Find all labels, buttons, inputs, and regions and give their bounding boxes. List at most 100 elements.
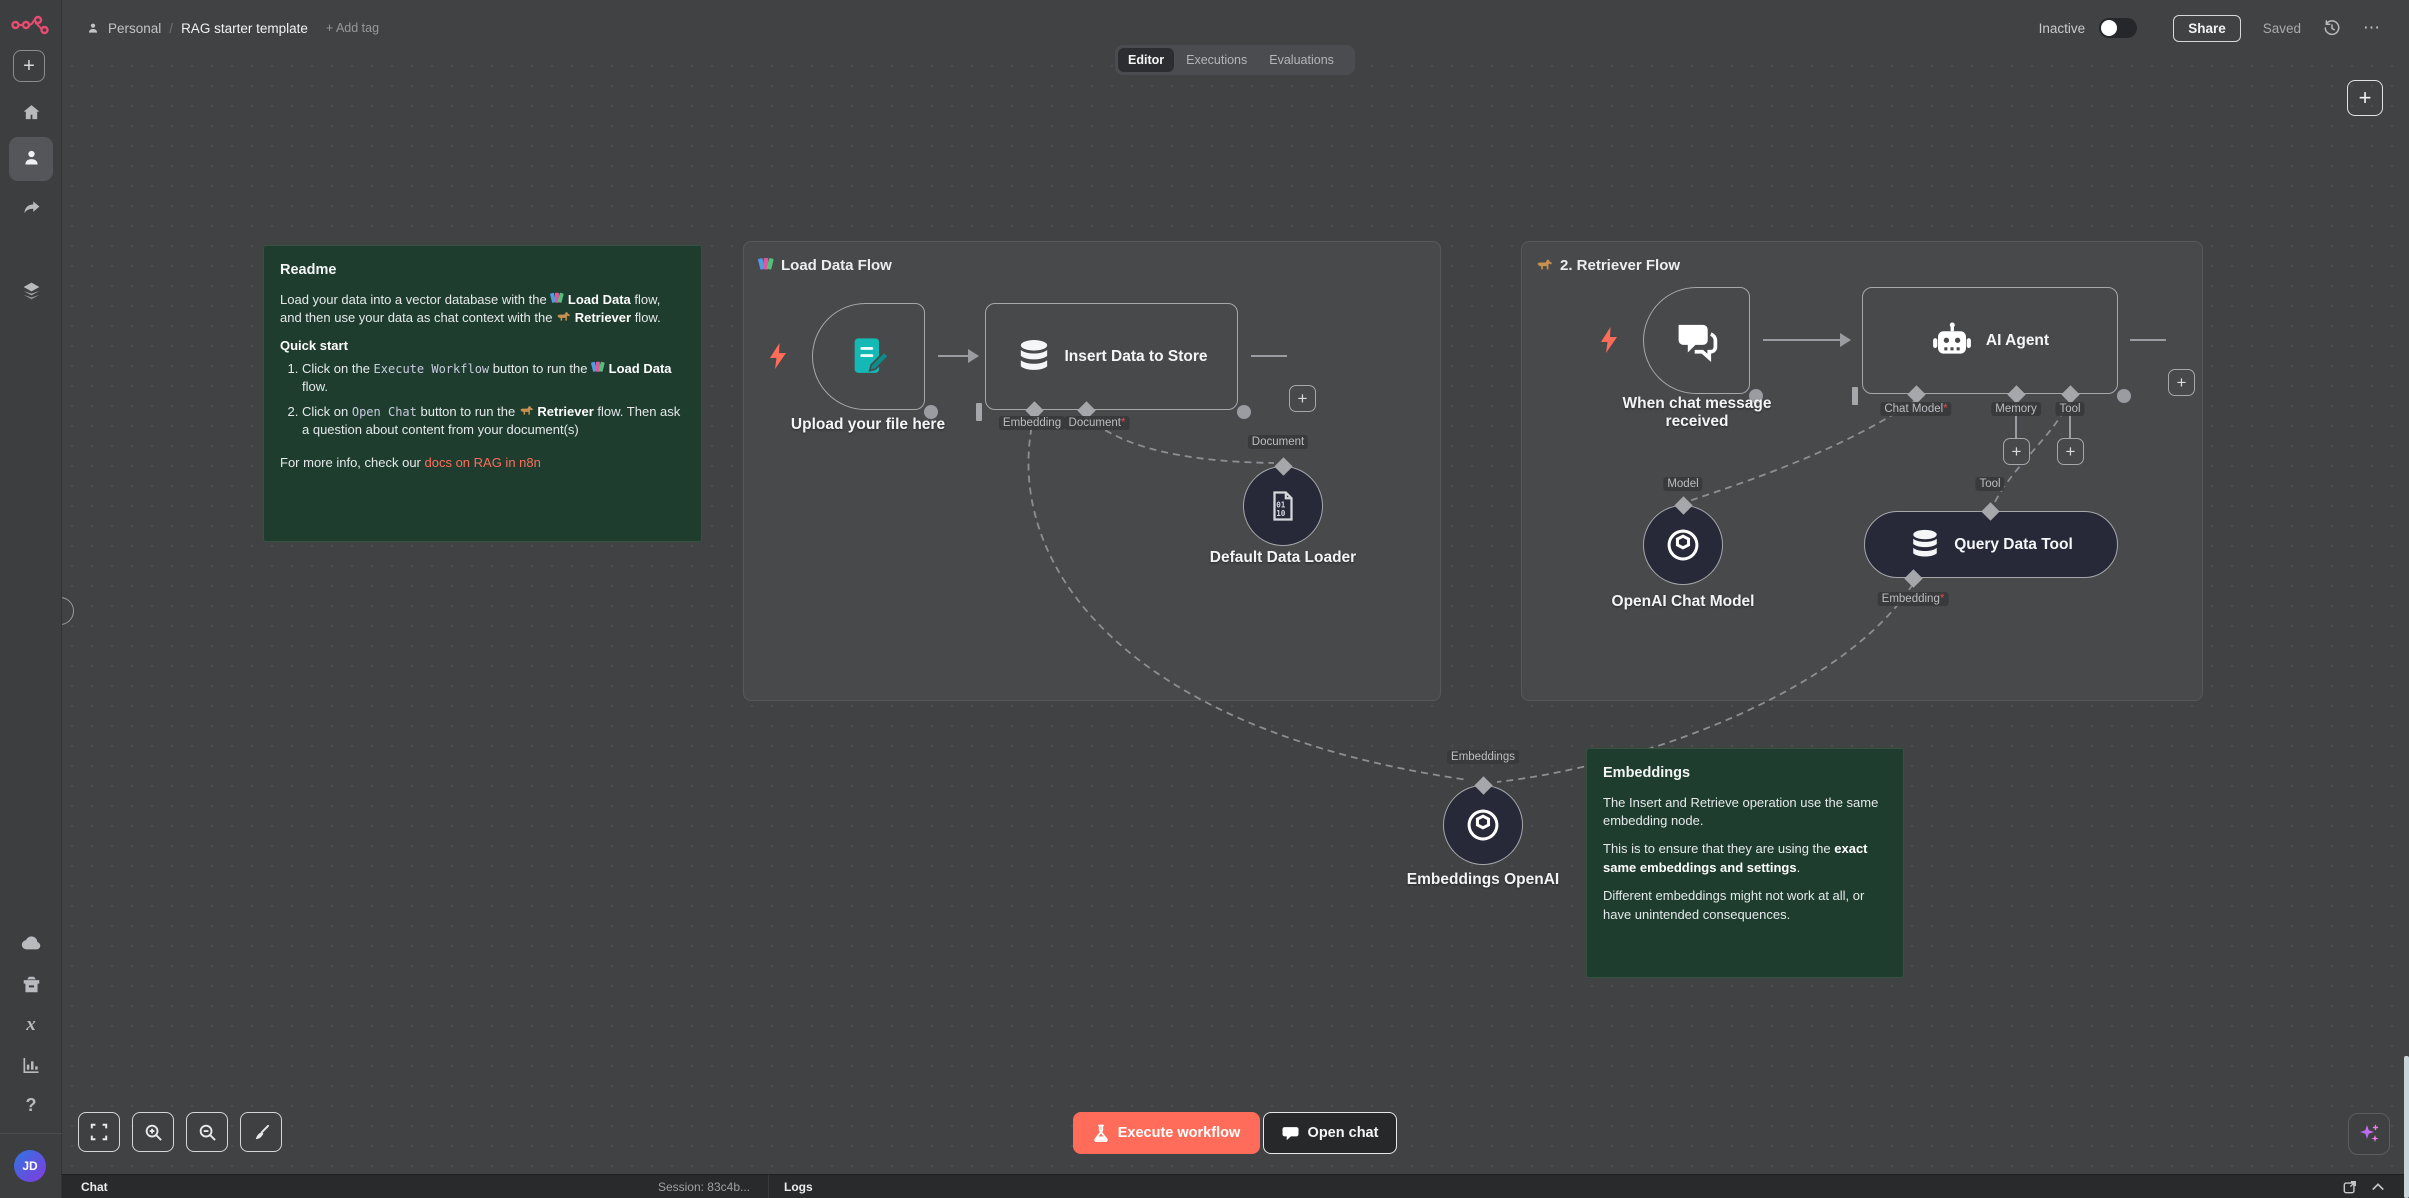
cloud-admin-icon[interactable]: [0, 934, 62, 952]
books-icon: [591, 361, 605, 376]
load-data-flow-title: Load Data Flow: [758, 256, 892, 275]
sidebar-divider: [0, 1133, 62, 1134]
chat-trigger-label: When chat messagereceived: [1622, 395, 1771, 431]
embeddings-note-p3: Different embeddings might not work at a…: [1603, 887, 1887, 924]
n8n-app: + x ? JD Person: [0, 0, 2409, 1198]
tab-evaluations[interactable]: Evaluations: [1259, 48, 1344, 72]
breadcrumb-project[interactable]: Personal: [108, 21, 161, 36]
execute-workflow-button[interactable]: Execute workflow: [1073, 1112, 1260, 1154]
shared-nav-icon[interactable]: [0, 197, 62, 218]
open-chat-button[interactable]: Open chat: [1263, 1112, 1397, 1154]
embeddings-port-chip: Embeddings: [1447, 750, 1519, 764]
query-embedding-chip: Embedding*: [1878, 592, 1949, 606]
upload-node-label: Upload your file here: [791, 416, 945, 434]
node-insert-data[interactable]: Insert Data to Store: [985, 303, 1238, 410]
personal-nav-icon[interactable]: [0, 147, 62, 168]
robot-icon: [1931, 321, 1973, 361]
quick-start-item-1: Click on the Execute Workflow button to …: [302, 360, 685, 397]
tool-port-chip: Tool: [2055, 402, 2084, 416]
n8n-logo-icon[interactable]: [11, 13, 49, 42]
zoom-out-button[interactable]: [186, 1112, 228, 1152]
svg-text:10: 10: [1276, 509, 1286, 518]
insights-layers-icon[interactable]: [0, 280, 62, 301]
breadcrumb: Personal / RAG starter template + Add ta…: [86, 0, 379, 56]
saved-status: Saved: [2263, 21, 2301, 36]
quick-start-item-2: Click on Open Chat button to run the Ret…: [302, 403, 685, 440]
add-node-button[interactable]: +: [2347, 80, 2383, 116]
insert-add-next-button[interactable]: +: [1289, 385, 1316, 412]
quick-start-list: Click on the Execute Workflow button to …: [280, 360, 685, 440]
embeddings-note-title: Embeddings: [1603, 763, 1887, 784]
insert-node-label: Insert Data to Store: [1065, 348, 1208, 366]
document-edge-chip: Document: [1248, 435, 1308, 449]
embeddings-note-p1: The Insert and Retrieve operation use th…: [1603, 794, 1887, 831]
docs-link[interactable]: docs on RAG in n8n: [425, 455, 541, 470]
embeddings-sticky-note[interactable]: Embeddings The Insert and Retrieve opera…: [1586, 748, 1904, 978]
readme-title: Readme: [280, 260, 685, 281]
chat-bubbles-icon: [1674, 320, 1720, 362]
node-upload-trigger[interactable]: [812, 303, 925, 410]
templates-icon[interactable]: [0, 975, 62, 994]
chat-trigger-bolt-icon: [1598, 326, 1620, 359]
active-toggle[interactable]: [2099, 18, 2137, 38]
project-user-icon: [86, 21, 100, 35]
books-icon: [758, 256, 774, 275]
dog-icon: [556, 310, 571, 325]
memory-port-chip: Memory: [1991, 402, 2041, 416]
create-workflow-button[interactable]: +: [13, 50, 45, 82]
node-openai-chat-model[interactable]: [1643, 505, 1723, 585]
readme-sticky-note[interactable]: Readme Load your data into a vector data…: [263, 245, 702, 542]
workflow-canvas[interactable]: › + Readme Load your data: [62, 56, 2409, 1174]
chevron-up-icon[interactable]: [2371, 1182, 2385, 1191]
tidy-up-button[interactable]: [240, 1112, 282, 1152]
node-query-data-tool[interactable]: Query Data Tool: [1864, 511, 2118, 578]
sparkles-icon: [2357, 1122, 2381, 1146]
insights-chart-icon[interactable]: [0, 1056, 62, 1075]
chat-panel-label[interactable]: Chat: [81, 1180, 108, 1194]
add-tool-button[interactable]: +: [2057, 438, 2084, 465]
variables-icon[interactable]: x: [0, 1014, 62, 1036]
statusbar-divider: [768, 1175, 769, 1198]
popout-icon[interactable]: [2343, 1180, 2357, 1194]
history-icon[interactable]: [2323, 19, 2341, 37]
database-icon: [1016, 338, 1052, 376]
add-tag-button[interactable]: + Add tag: [326, 21, 379, 35]
agent-add-next-button[interactable]: +: [2168, 369, 2195, 396]
openai-model-label: OpenAI Chat Model: [1612, 593, 1755, 611]
logs-statusbar: Chat Session: 83c4b... Logs: [62, 1174, 2409, 1198]
header-actions: Inactive Share Saved ⋯: [2039, 0, 2381, 56]
agent-node-label: AI Agent: [1986, 332, 2049, 350]
execute-workflow-label: Execute workflow: [1118, 1125, 1240, 1141]
query-tool-chip: Tool: [1975, 477, 2004, 491]
readme-paragraph: Load your data into a vector database wi…: [280, 291, 685, 328]
model-chip: Model: [1663, 477, 1702, 491]
insert-input-port: [976, 403, 982, 421]
document-port-chip: Document*: [1065, 416, 1130, 430]
tab-editor[interactable]: Editor: [1118, 48, 1174, 72]
retriever-flow-title: 2. Retriever Flow: [1536, 256, 1680, 275]
ai-assistant-button[interactable]: [2348, 1113, 2390, 1155]
logs-panel-label[interactable]: Logs: [784, 1180, 813, 1194]
workflow-title[interactable]: RAG starter template: [181, 21, 308, 36]
share-button[interactable]: Share: [2173, 15, 2241, 42]
embeddings-note-p2: This is to ensure that they are using th…: [1603, 840, 1887, 877]
binary-file-icon: 01 10: [1266, 489, 1300, 523]
user-avatar[interactable]: JD: [14, 1150, 46, 1182]
collapsed-panel-edge[interactable]: [2404, 1056, 2409, 1198]
node-ai-agent[interactable]: AI Agent: [1862, 287, 2118, 394]
node-embeddings-openai[interactable]: [1443, 785, 1523, 865]
more-menu-icon[interactable]: ⋯: [2363, 18, 2381, 38]
books-icon: [550, 292, 564, 307]
node-chat-trigger[interactable]: [1643, 287, 1750, 394]
home-icon[interactable]: [0, 102, 62, 123]
help-icon[interactable]: ?: [0, 1095, 62, 1116]
openai-icon: [1464, 806, 1502, 844]
node-default-data-loader[interactable]: 01 10: [1243, 466, 1323, 546]
fit-view-button[interactable]: [78, 1112, 120, 1152]
insert-output-port[interactable]: [1237, 405, 1251, 419]
status-label: Inactive: [2039, 21, 2086, 36]
tab-executions[interactable]: Executions: [1176, 48, 1257, 72]
add-memory-button[interactable]: +: [2003, 438, 2030, 465]
zoom-in-button[interactable]: [132, 1112, 174, 1152]
agent-output-port[interactable]: [2117, 389, 2131, 403]
